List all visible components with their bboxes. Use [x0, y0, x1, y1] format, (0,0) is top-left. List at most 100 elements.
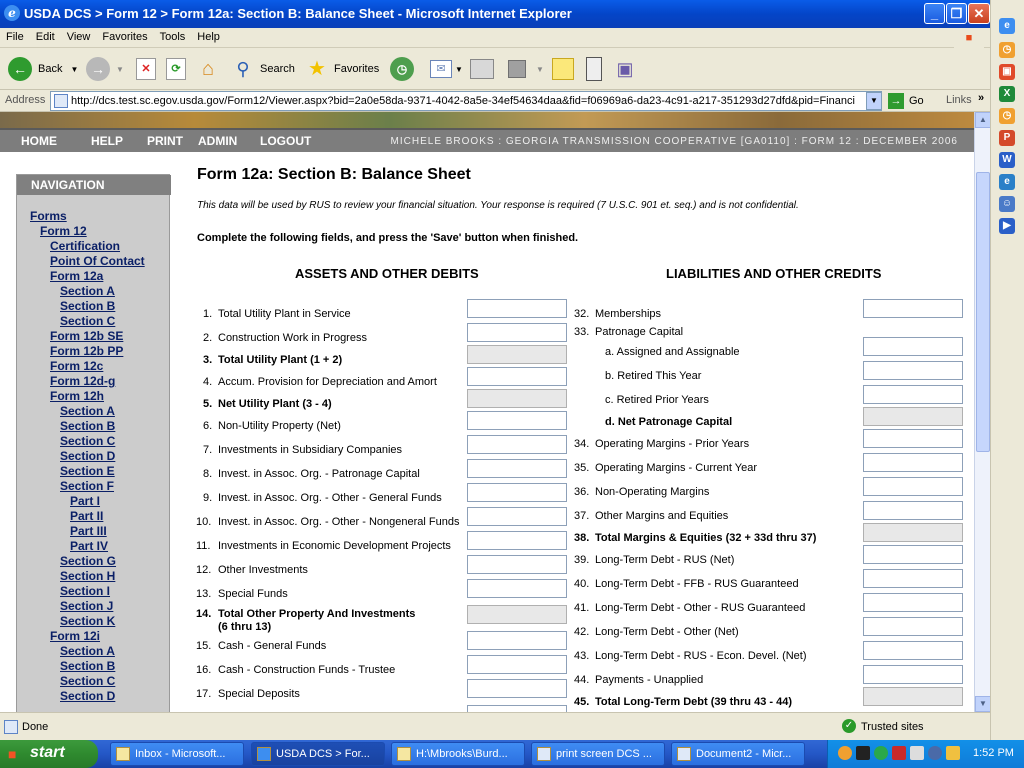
mail-dropdown-icon[interactable]: ▼: [455, 65, 463, 74]
asset-input-field[interactable]: [467, 579, 567, 598]
asset-input-field[interactable]: [467, 679, 567, 698]
nav-link[interactable]: Form 12i: [50, 629, 100, 643]
word-launch-icon[interactable]: W: [999, 152, 1015, 168]
ie-launch-icon[interactable]: e: [999, 18, 1015, 34]
liability-input-field[interactable]: [863, 617, 963, 636]
tray-volume-icon[interactable]: [928, 746, 942, 760]
nav-link[interactable]: Section A: [60, 644, 115, 658]
nav-link[interactable]: Forms: [30, 209, 67, 223]
back-dropdown-icon[interactable]: ▼: [70, 65, 78, 74]
task-document2[interactable]: Document2 - Micr...: [671, 742, 805, 766]
liability-input-field[interactable]: [863, 429, 963, 448]
nav-link[interactable]: Certification: [50, 239, 120, 253]
task-usda-dcs[interactable]: USDA DCS > For...: [251, 742, 385, 766]
nav-link[interactable]: Section B: [60, 299, 115, 313]
nav-link[interactable]: Form 12b SE: [50, 329, 123, 343]
liability-input-field[interactable]: [863, 453, 963, 472]
forward-button[interactable]: → ▼: [86, 56, 124, 82]
nav-logout-link[interactable]: LOGOUT: [260, 134, 311, 148]
nav-link[interactable]: Section E: [60, 464, 115, 478]
nav-link[interactable]: Section A: [60, 284, 115, 298]
scroll-down-icon[interactable]: ▼: [975, 696, 991, 712]
print-button[interactable]: [470, 56, 494, 82]
nav-link[interactable]: Form 12c: [50, 359, 103, 373]
discuss-button[interactable]: [552, 56, 574, 82]
nav-link[interactable]: Section I: [60, 584, 110, 598]
links-chevron-icon[interactable]: »: [978, 92, 984, 104]
research-button[interactable]: ▣: [614, 56, 636, 82]
address-dropdown-icon[interactable]: ▼: [866, 92, 882, 110]
vertical-scrollbar[interactable]: ▲ ▼: [974, 112, 991, 712]
menu-help[interactable]: Help: [191, 28, 226, 43]
nav-link[interactable]: Section D: [60, 449, 115, 463]
back-button[interactable]: ← Back ▼: [8, 56, 78, 82]
nav-link[interactable]: Section A: [60, 404, 115, 418]
menu-view[interactable]: View: [61, 28, 97, 43]
minimize-button[interactable]: _: [924, 3, 945, 24]
ie-alt-launch-icon[interactable]: e: [999, 174, 1015, 190]
clock-launch-icon[interactable]: ◷: [999, 42, 1015, 58]
app-launch-icon[interactable]: ▣: [999, 64, 1015, 80]
liability-input-field[interactable]: [863, 299, 963, 318]
mail-button[interactable]: ✉ ▼: [430, 56, 463, 82]
liability-input-field[interactable]: [863, 477, 963, 496]
tray-clock-app-icon[interactable]: [838, 746, 852, 760]
nav-link[interactable]: Section C: [60, 674, 115, 688]
nav-link[interactable]: Form 12h: [50, 389, 104, 403]
messenger-button[interactable]: [586, 56, 602, 82]
nav-link[interactable]: Point Of Contact: [50, 254, 145, 268]
nav-link[interactable]: Section G: [60, 554, 116, 568]
favorites-button[interactable]: ★ Favorites: [306, 56, 379, 82]
search-button[interactable]: ⚲ Search: [232, 56, 294, 82]
liability-input-field[interactable]: [863, 593, 963, 612]
nav-link[interactable]: Section K: [60, 614, 115, 628]
links-label[interactable]: Links: [946, 94, 972, 106]
asset-input-field[interactable]: [467, 459, 567, 478]
menu-file[interactable]: File: [0, 28, 30, 43]
liability-input-field[interactable]: [863, 545, 963, 564]
nav-link[interactable]: Part III: [70, 524, 107, 538]
menu-favorites[interactable]: Favorites: [96, 28, 153, 43]
address-input[interactable]: http://dcs.test.sc.egov.usda.gov/Form12/…: [50, 91, 882, 111]
powerpoint-launch-icon[interactable]: P: [999, 130, 1015, 146]
liability-input-field[interactable]: [863, 641, 963, 660]
asset-input-field[interactable]: [467, 299, 567, 318]
asset-input-field[interactable]: [467, 555, 567, 574]
nav-link[interactable]: Part II: [70, 509, 103, 523]
liability-input-field[interactable]: [863, 337, 963, 356]
nav-link[interactable]: Section J: [60, 599, 113, 613]
asset-input-field[interactable]: [467, 507, 567, 526]
scroll-thumb[interactable]: [976, 172, 990, 452]
asset-input-field[interactable]: [467, 531, 567, 550]
asset-input-field[interactable]: [467, 411, 567, 430]
menu-tools[interactable]: Tools: [154, 28, 192, 43]
asset-input-field[interactable]: [467, 323, 567, 342]
tray-security-icon[interactable]: [874, 746, 888, 760]
asset-input-field[interactable]: [467, 367, 567, 386]
user-launch-icon[interactable]: ☺: [999, 196, 1015, 212]
nav-link[interactable]: Form 12d-g: [50, 374, 115, 388]
task-print-screen[interactable]: print screen DCS ...: [531, 742, 665, 766]
asset-input-field[interactable]: [467, 655, 567, 674]
nav-link[interactable]: Form 12: [40, 224, 87, 238]
nav-link[interactable]: Section F: [60, 479, 114, 493]
go-button[interactable]: → Go: [888, 92, 924, 110]
asset-input-field[interactable]: [467, 435, 567, 454]
liability-input-field[interactable]: [863, 569, 963, 588]
start-button[interactable]: ■ start: [0, 740, 98, 768]
nav-link[interactable]: Section B: [60, 419, 115, 433]
tray-update-icon[interactable]: [946, 746, 960, 760]
media-launch-icon[interactable]: ▶: [999, 218, 1015, 234]
nav-print-link[interactable]: PRINT: [147, 134, 183, 148]
menu-edit[interactable]: Edit: [30, 28, 61, 43]
nav-link[interactable]: Form 12a: [50, 269, 103, 283]
asset-input-field[interactable]: [467, 483, 567, 502]
nav-admin-link[interactable]: ADMIN: [198, 134, 237, 148]
nav-link[interactable]: Section C: [60, 314, 115, 328]
nav-link[interactable]: Section C: [60, 434, 115, 448]
timer-launch-icon[interactable]: ◷: [999, 108, 1015, 124]
nav-link[interactable]: Form 12b PP: [50, 344, 123, 358]
tray-network-icon[interactable]: [856, 746, 870, 760]
asset-input-field[interactable]: [467, 631, 567, 650]
nav-link[interactable]: Section B: [60, 659, 115, 673]
